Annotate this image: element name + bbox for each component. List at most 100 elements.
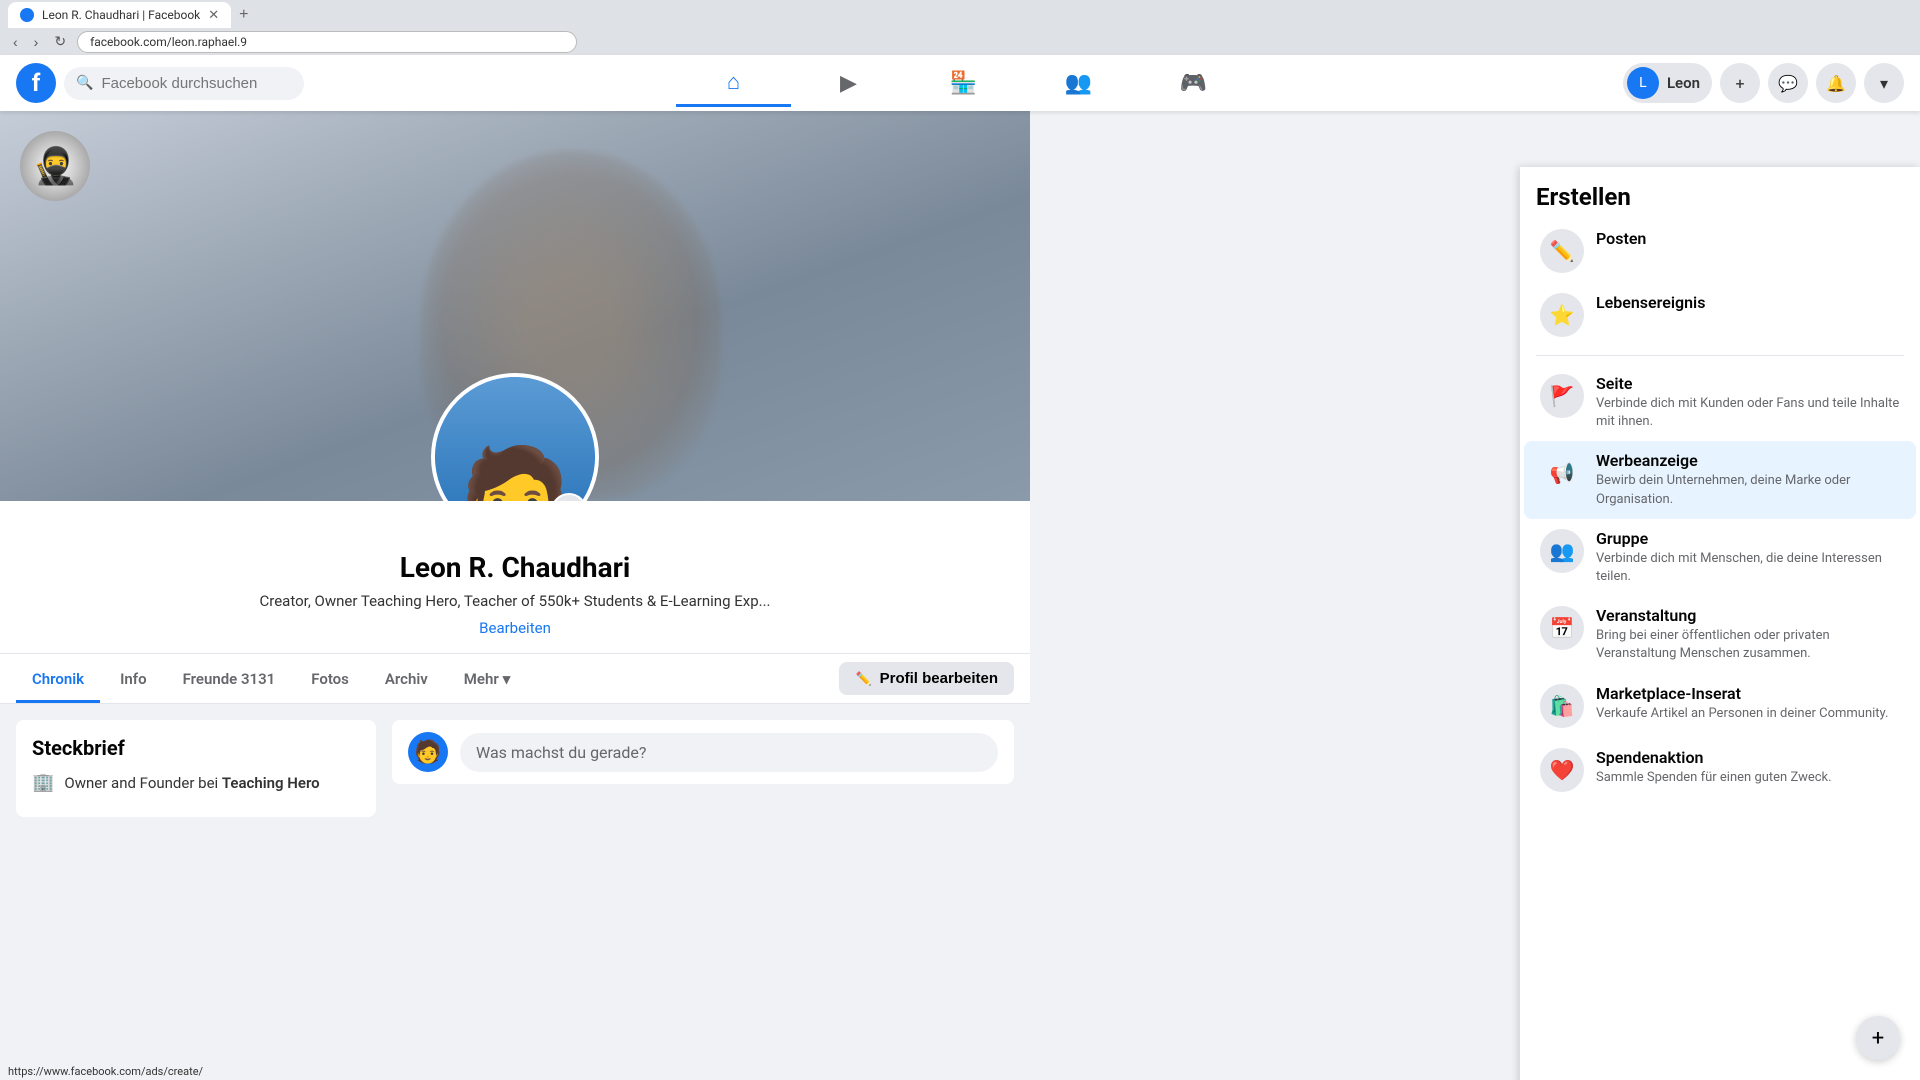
gruppe-sublabel: Verbinde dich mit Menschen, die deine In…	[1596, 550, 1900, 586]
seite-label: Seite	[1596, 374, 1900, 393]
plus-icon: +	[1735, 74, 1744, 93]
posten-text: Posten	[1596, 229, 1646, 248]
marketplace-icon: 🛍️	[1540, 684, 1584, 728]
facebook-logo[interactable]: f	[16, 63, 56, 103]
seite-text: Seite Verbinde dich mit Kunden oder Fans…	[1596, 374, 1900, 431]
steckbrief-item-job: 🏢 Owner and Founder bei Teaching Hero	[32, 772, 360, 793]
address-bar[interactable]: facebook.com/leon.raphael.9	[77, 31, 577, 53]
tab-close-btn[interactable]: ✕	[208, 8, 219, 23]
spendenaktion-sublabel: Sammle Spenden für einen guten Zweck.	[1596, 769, 1832, 787]
back-button[interactable]: ‹	[8, 32, 23, 52]
avatar-illustration: 🧑	[435, 377, 595, 501]
dropdown-item-seite[interactable]: 🚩 Seite Verbinde dich mit Kunden oder Fa…	[1524, 364, 1916, 441]
tab-favicon	[20, 8, 34, 22]
search-input[interactable]	[101, 75, 292, 92]
new-tab-button[interactable]: +	[231, 2, 256, 28]
post-box: 🧑 Was machst du gerade?	[392, 720, 1014, 784]
tab-archiv[interactable]: Archiv	[369, 654, 444, 703]
dropdown-item-lebensereignis[interactable]: ⭐ Lebensereignis	[1524, 283, 1916, 347]
seite-sublabel: Verbinde dich mit Kunden oder Fans und t…	[1596, 395, 1900, 431]
profile-area: 🥷 🧑 📷 Leon R. Chaudhari Creator, Owner T…	[0, 111, 1030, 1080]
dropdown-item-werbeanzeige[interactable]: 📢 Werbeanzeige Bewirb dein Unternehmen, …	[1524, 441, 1916, 518]
logo-emoji: 🥷	[33, 145, 78, 187]
dropdown-item-marketplace[interactable]: 🛍️ Marketplace-Inserat Verkaufe Artikel …	[1524, 674, 1916, 738]
cover-photo: 🥷 🧑 📷	[0, 111, 1030, 501]
edit-profile-button[interactable]: ✏️ Profil bearbeiten	[839, 662, 1014, 695]
facebook-header: f 🔍 ⌂ ▶ 🏪 👥 🎮 L Leon + 💬 🔔 ▾	[0, 55, 1920, 111]
profile-name: Leon R. Chaudhari	[0, 551, 1030, 584]
dropdown-item-posten[interactable]: ✏️ Posten	[1524, 219, 1916, 283]
header-profile-name: Leon	[1667, 74, 1700, 92]
tab-title: Leon R. Chaudhari | Facebook	[42, 8, 200, 22]
werbeanzeige-text: Werbeanzeige Bewirb dein Unternehmen, de…	[1596, 451, 1900, 508]
job-icon: 🏢	[32, 772, 54, 793]
marketplace-label: Marketplace-Inserat	[1596, 684, 1888, 703]
marketplace-sublabel: Verkaufe Artikel an Personen in deiner C…	[1596, 705, 1888, 723]
main-content: 🥷 🧑 📷 Leon R. Chaudhari Creator, Owner T…	[0, 111, 1920, 1080]
edit-icon: ✏️	[855, 671, 871, 687]
active-tab[interactable]: Leon R. Chaudhari | Facebook ✕	[8, 2, 231, 28]
tab-fotos[interactable]: Fotos	[295, 654, 365, 703]
profile-edit-link[interactable]: Bearbeiten	[479, 619, 551, 637]
status-url: https://www.facebook.com/ads/create/	[8, 1065, 203, 1078]
nav-gaming[interactable]: 🎮	[1136, 59, 1251, 107]
nav-video[interactable]: ▶	[791, 59, 906, 107]
post-input[interactable]: Was machst du gerade?	[460, 733, 998, 772]
werbeanzeige-sublabel: Bewirb dein Unternehmen, deine Marke ode…	[1596, 472, 1900, 508]
dropdown-item-veranstaltung[interactable]: 📅 Veranstaltung Bring bei einer öffentli…	[1524, 596, 1916, 673]
header-right: L Leon + 💬 🔔 ▾	[1623, 63, 1904, 103]
create-button[interactable]: +	[1720, 63, 1760, 103]
posten-label: Posten	[1596, 229, 1646, 248]
forward-button[interactable]: ›	[29, 32, 44, 52]
werbeanzeige-label: Werbeanzeige	[1596, 451, 1900, 470]
main-nav: ⌂ ▶ 🏪 👥 🎮	[304, 59, 1623, 107]
nav-marketplace[interactable]: 🏪	[906, 59, 1021, 107]
dropdown-item-gruppe[interactable]: 👥 Gruppe Verbinde dich mit Menschen, die…	[1524, 519, 1916, 596]
profile-button[interactable]: L Leon	[1623, 63, 1712, 103]
tab-mehr[interactable]: Mehr ▾	[448, 654, 527, 703]
fab-icon: +	[1872, 1026, 1884, 1051]
profile-lower: Steckbrief 🏢 Owner and Founder bei Teach…	[0, 704, 1030, 833]
bell-icon: 🔔	[1826, 74, 1846, 93]
dropdown-divider-1	[1536, 355, 1904, 356]
account-menu-button[interactable]: ▾	[1864, 63, 1904, 103]
profile-avatar: 🧑 📷	[431, 373, 599, 501]
browser-chrome: Leon R. Chaudhari | Facebook ✕ + ‹ › ↻ f…	[0, 0, 1920, 55]
post-avatar: 🧑	[408, 732, 448, 772]
lebensereignis-icon: ⭐	[1540, 293, 1584, 337]
spendenaktion-label: Spendenaktion	[1596, 748, 1832, 767]
profile-tabs-bar: Chronik Info Freunde 3131 Fotos Archiv M…	[0, 654, 1030, 704]
edit-profile-label: Profil bearbeiten	[880, 670, 998, 687]
notifications-button[interactable]: 🔔	[1816, 63, 1856, 103]
profile-avatar-container: 🧑 📷	[431, 373, 599, 501]
nav-home[interactable]: ⌂	[676, 59, 791, 107]
tab-freunde[interactable]: Freunde 3131	[167, 654, 292, 703]
messenger-icon: 💬	[1778, 74, 1798, 93]
lebensereignis-label: Lebensereignis	[1596, 293, 1705, 312]
dropdown-item-spendenaktion[interactable]: ❤️ Spendenaktion Sammle Spenden für eine…	[1524, 738, 1916, 802]
veranstaltung-text: Veranstaltung Bring bei einer öffentlich…	[1596, 606, 1900, 663]
chevron-icon: ▾	[503, 670, 511, 688]
tab-info[interactable]: Info	[104, 654, 163, 703]
gruppe-label: Gruppe	[1596, 529, 1900, 548]
tab-chronik[interactable]: Chronik	[16, 654, 100, 703]
company-link[interactable]: Teaching Hero	[222, 774, 320, 792]
profile-bio: Creator, Owner Teaching Hero, Teacher of…	[0, 592, 1030, 610]
status-bar: https://www.facebook.com/ads/create/	[0, 1063, 211, 1080]
nav-friends[interactable]: 👥	[1021, 59, 1136, 107]
reload-button[interactable]: ↻	[49, 31, 71, 52]
messenger-button[interactable]: 💬	[1768, 63, 1808, 103]
post-avatar-icon: 🧑	[414, 740, 441, 765]
spendenaktion-text: Spendenaktion Sammle Spenden für einen g…	[1596, 748, 1832, 787]
werbeanzeige-icon: 📢	[1540, 451, 1584, 495]
veranstaltung-label: Veranstaltung	[1596, 606, 1900, 625]
fab-button[interactable]: +	[1856, 1016, 1900, 1060]
steckbrief-card: Steckbrief 🏢 Owner and Founder bei Teach…	[16, 720, 376, 817]
search-bar[interactable]: 🔍	[64, 67, 304, 100]
veranstaltung-sublabel: Bring bei einer öffentlichen oder privat…	[1596, 627, 1900, 663]
lebensereignis-text: Lebensereignis	[1596, 293, 1705, 312]
seite-icon: 🚩	[1540, 374, 1584, 418]
right-column: 🧑 Was machst du gerade?	[392, 720, 1014, 817]
chevron-down-icon: ▾	[1880, 74, 1888, 93]
small-avatar-logo: 🥷	[20, 131, 90, 201]
